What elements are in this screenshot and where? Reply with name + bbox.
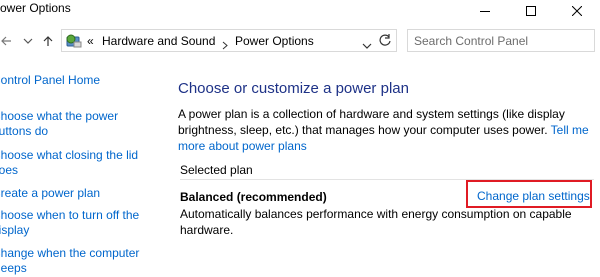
selected-plan-label: Selected plan: [180, 163, 253, 177]
close-icon: [572, 6, 582, 16]
up-arrow-icon: [43, 36, 53, 46]
plan-description: Automatically balances performance with …: [180, 207, 572, 237]
up-button[interactable]: [42, 33, 54, 49]
sidebar-link-create-power-plan[interactable]: Create a power plan: [0, 186, 100, 201]
window-title: Power Options: [0, 1, 71, 15]
recent-locations-button[interactable]: [22, 33, 34, 49]
breadcrumb-overflow[interactable]: «: [87, 33, 94, 49]
maximize-icon: [526, 6, 536, 16]
sidebar-link-computer-sleeps[interactable]: Change when the computer sleeps: [0, 246, 139, 276]
sidebar-link-closing-lid[interactable]: Choose what closing the lid does: [0, 148, 138, 178]
search-box[interactable]: [407, 29, 595, 52]
sidebar-link-turn-off-display-line2: display: [0, 223, 30, 237]
power-plan-description: A power plan is a collection of hardware…: [178, 106, 598, 154]
sidebar-link-computer-sleeps-line2: sleeps: [0, 261, 27, 275]
sidebar-link-power-buttons[interactable]: Choose what the power buttons do: [0, 109, 118, 139]
sidebar-link-closing-lid-line1: Choose what closing the lid: [0, 148, 139, 162]
breadcrumb-item-hardware-and-sound[interactable]: Hardware and Sound: [102, 33, 215, 49]
minimize-button[interactable]: [462, 0, 508, 22]
description-line-2: brightness, sleep, etc.) that manages ho…: [178, 123, 548, 137]
maximize-button[interactable]: [508, 0, 554, 22]
address-bar[interactable]: « Hardware and Sound Power Options: [61, 29, 397, 52]
sidebar-link-closing-lid-line2: does: [0, 163, 19, 177]
address-dropdown-icon[interactable]: [362, 37, 372, 55]
sidebar-link-turn-off-display[interactable]: Choose when to turn off the display: [0, 208, 139, 238]
description-line-1: A power plan is a collection of hardware…: [178, 107, 565, 121]
plan-name: Balanced (recommended): [180, 190, 327, 204]
control-panel-home-link[interactable]: Control Panel Home: [0, 73, 100, 88]
back-arrow-icon: [1, 36, 11, 46]
refresh-icon[interactable]: [378, 33, 392, 52]
breadcrumb-item-power-options[interactable]: Power Options: [235, 33, 314, 49]
chevron-down-icon: [23, 38, 33, 44]
page-title: Choose or customize a power plan: [178, 80, 409, 97]
back-button[interactable]: [0, 33, 12, 49]
sidebar-link-turn-off-display-line1: Choose when to turn off the: [0, 208, 140, 222]
minimize-icon: [480, 11, 490, 12]
control-panel-icon: [65, 32, 83, 55]
close-button[interactable]: [554, 0, 600, 22]
sidebar-link-power-buttons-line2: buttons do: [0, 124, 49, 138]
breadcrumb-separator-icon[interactable]: [222, 37, 228, 55]
search-input[interactable]: [414, 32, 574, 49]
sidebar-link-power-buttons-line1: Choose what the power: [0, 109, 119, 123]
title-bar: Power Options: [0, 0, 600, 26]
sidebar-link-computer-sleeps-line1: Change when the computer: [0, 246, 140, 260]
change-plan-settings-link[interactable]: Change plan settings: [477, 189, 590, 203]
